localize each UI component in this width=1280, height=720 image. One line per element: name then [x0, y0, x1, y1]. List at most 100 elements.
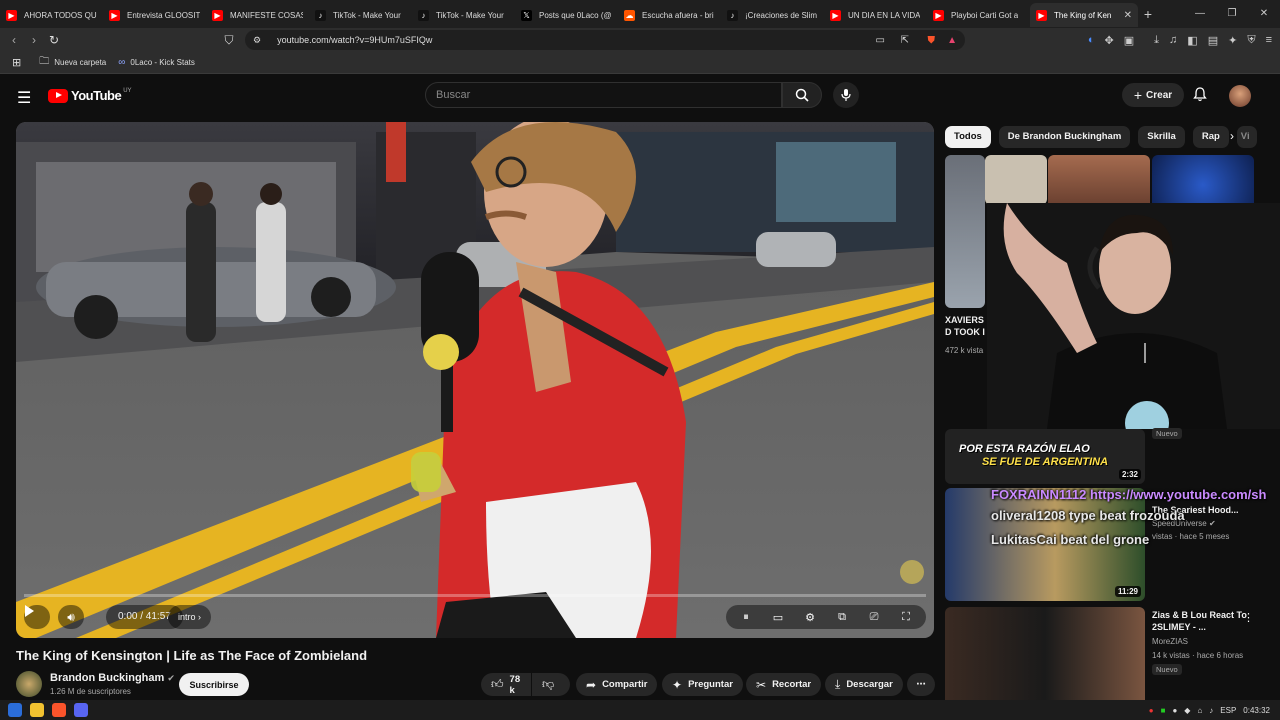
- scrollbar[interactable]: [1272, 116, 1280, 700]
- clock[interactable]: 0:43:32: [1243, 706, 1270, 715]
- browser-tab[interactable]: ▶ AHORA TODOS QU: [0, 3, 103, 27]
- brave-rewards-icon[interactable]: ▲: [947, 35, 957, 46]
- download-icon[interactable]: ⤓: [1154, 34, 1159, 47]
- menu-icon[interactable]: ≡: [1266, 34, 1272, 46]
- chip-skrilla[interactable]: Skrilla: [1138, 126, 1185, 148]
- clip-button[interactable]: ✂ Recortar: [746, 673, 822, 696]
- windows-start-icon[interactable]: [8, 703, 22, 717]
- back-icon[interactable]: ‹: [4, 33, 24, 47]
- apps-grid-icon[interactable]: ⊞: [12, 56, 21, 69]
- discord-icon[interactable]: [74, 703, 88, 717]
- account-avatar[interactable]: [1229, 85, 1251, 107]
- rec-thumbnail[interactable]: [985, 155, 1047, 205]
- tray-app-icon[interactable]: ■: [1161, 706, 1166, 715]
- media-icon[interactable]: ♫: [1169, 34, 1177, 46]
- cast-to-tv-icon[interactable]: ⎚: [858, 611, 890, 624]
- forward-icon[interactable]: ›: [24, 33, 44, 47]
- tab-title: The King of Ken: [1054, 10, 1112, 20]
- browser-tab[interactable]: ▶ MANIFESTE COSAS: [206, 3, 309, 27]
- bookmark-kick-stats[interactable]: ∞ 0Laco - Kick Stats: [118, 57, 195, 68]
- restore-icon[interactable]: ❐: [1216, 0, 1248, 28]
- tray-app-icon[interactable]: ●: [1172, 706, 1177, 715]
- volume-button[interactable]: 🔊︎: [58, 605, 84, 629]
- chapter-button[interactable]: intro ›: [168, 605, 212, 629]
- channel-name[interactable]: Brandon Buckingham ✔: [50, 672, 175, 684]
- notifications-bell-icon[interactable]: [1193, 87, 1207, 105]
- rec-thumbnail[interactable]: POR ESTA RAZÓN ELAO SE FUE DE ARGENTINA …: [945, 429, 1145, 484]
- miniplayer-icon[interactable]: ⧉: [826, 611, 858, 624]
- share-icon[interactable]: ⇱: [901, 35, 909, 46]
- bookmark-page-icon[interactable]: ⛉: [219, 33, 239, 48]
- wallet-icon[interactable]: ▣: [1124, 34, 1134, 47]
- browser-tab[interactable]: ▶ UN DIA EN LA VIDA: [824, 3, 927, 27]
- channel-avatar[interactable]: [16, 671, 42, 697]
- progress-bar[interactable]: [24, 594, 926, 597]
- like-button[interactable]: 👍︎ 78 k: [481, 673, 531, 696]
- wallet-card-icon[interactable]: ▤: [1208, 34, 1218, 47]
- dislike-button[interactable]: 👎︎: [532, 673, 570, 696]
- rec-title[interactable]: Zias & B Lou React To 2SLIMEY - ...: [1152, 609, 1252, 633]
- filter-chips: Todos De Brandon Buckingham Skrilla Rap …: [945, 126, 1257, 148]
- hamburger-menu-icon[interactable]: ☰: [17, 88, 31, 108]
- file-explorer-icon[interactable]: [30, 703, 44, 717]
- brave-browser-icon[interactable]: [52, 703, 66, 717]
- leo-ai-icon[interactable]: ✦: [1228, 34, 1237, 47]
- subscribe-button[interactable]: Suscribirse: [179, 673, 249, 696]
- cast-icon[interactable]: ▭: [876, 35, 885, 46]
- browser-tab[interactable]: ☁ Escucha afuera - bri: [618, 3, 721, 27]
- chip-more[interactable]: Vi: [1236, 126, 1257, 148]
- voice-search-button[interactable]: [833, 82, 859, 108]
- youtube-logo[interactable]: YouTube UY: [48, 88, 132, 103]
- tray-app-icon[interactable]: ◆: [1184, 706, 1190, 715]
- sidebar-icon[interactable]: ◧: [1187, 34, 1197, 47]
- address-bar[interactable]: ⚙ youtube.com/watch?v=9HUm7uSFIQw ▭ ⇱ ⛊ …: [245, 30, 965, 50]
- play-button[interactable]: [24, 605, 50, 629]
- rec-thumbnail[interactable]: [945, 155, 985, 308]
- autoplay-toggle-icon[interactable]: ⏸︎: [730, 611, 762, 624]
- settings-gear-icon[interactable]: ⚙: [794, 611, 826, 624]
- chip-all[interactable]: Todos: [945, 126, 991, 148]
- reload-icon[interactable]: ↻: [44, 33, 64, 47]
- browser-tab[interactable]: ▶ Entrevista GLOOSIT: [103, 3, 206, 27]
- vpn-icon[interactable]: ⛨: [1247, 34, 1255, 47]
- share-button[interactable]: ➦ Compartir: [576, 673, 658, 696]
- rec-thumbnail[interactable]: [1048, 155, 1150, 205]
- close-window-icon[interactable]: ✕: [1248, 0, 1280, 28]
- language-indicator[interactable]: ESP: [1220, 706, 1236, 715]
- download-button[interactable]: ⤓ Descargar: [825, 673, 903, 696]
- search-input[interactable]: Buscar: [425, 82, 782, 108]
- search-button[interactable]: [782, 82, 822, 108]
- minimize-icon[interactable]: —: [1184, 0, 1216, 28]
- browser-tab[interactable]: ▶ The King of Ken ✕: [1030, 3, 1138, 27]
- brave-shield-icon[interactable]: ⛊: [928, 35, 936, 46]
- ask-button[interactable]: ✦ Preguntar: [662, 673, 743, 696]
- create-button[interactable]: + Crear: [1122, 83, 1184, 107]
- rec-more-icon[interactable]: ⋮: [1243, 611, 1254, 624]
- close-tab-icon[interactable]: ✕: [1124, 10, 1132, 21]
- new-badge: Nuevo: [1152, 428, 1182, 439]
- network-icon[interactable]: ⌂: [1197, 706, 1202, 715]
- site-info-icon[interactable]: ⚙: [253, 35, 261, 46]
- browser-tab[interactable]: ♪ ¡Creaciones de Slim: [721, 3, 824, 27]
- rec-title[interactable]: XAVIERS D TOOK I: [945, 314, 987, 338]
- subtitles-icon[interactable]: ▭: [762, 611, 794, 624]
- chips-next-icon[interactable]: ›: [1230, 129, 1234, 143]
- browser-tab[interactable]: ♪ TikTok - Make Your: [412, 3, 515, 27]
- bookmark-folder[interactable]: 🗀 Nueva carpeta: [39, 54, 106, 71]
- browser-tab[interactable]: 𝕏 Posts que 0Laco (@: [515, 3, 618, 27]
- browser-tab[interactable]: ▶ Playboi Carti Got a: [927, 3, 1030, 27]
- fullscreen-icon[interactable]: ⛶: [890, 611, 922, 624]
- volume-tray-icon[interactable]: ♪: [1209, 706, 1213, 715]
- extensions-icon[interactable]: ✥: [1105, 34, 1114, 47]
- new-tab-button[interactable]: +: [1138, 6, 1158, 22]
- chip-brandon[interactable]: De Brandon Buckingham: [998, 126, 1131, 148]
- tray-app-icon[interactable]: ●: [1149, 706, 1154, 715]
- chip-rap[interactable]: Rap: [1192, 126, 1229, 148]
- rec-thumbnail[interactable]: [945, 607, 1145, 700]
- browser-tab[interactable]: ♪ TikTok - Make Your: [309, 3, 412, 27]
- tab-title: Entrevista GLOOSIT: [127, 10, 200, 20]
- video-player[interactable]: 🔊︎ 0:00 / 41:57 intro › ⏸︎ ▭ ⚙ ⧉ ⎚ ⛶: [16, 122, 934, 638]
- translate-icon[interactable]: ◐: [1088, 34, 1095, 46]
- rec-thumbnail[interactable]: [1152, 155, 1254, 205]
- more-actions-button[interactable]: ⋯: [907, 673, 935, 696]
